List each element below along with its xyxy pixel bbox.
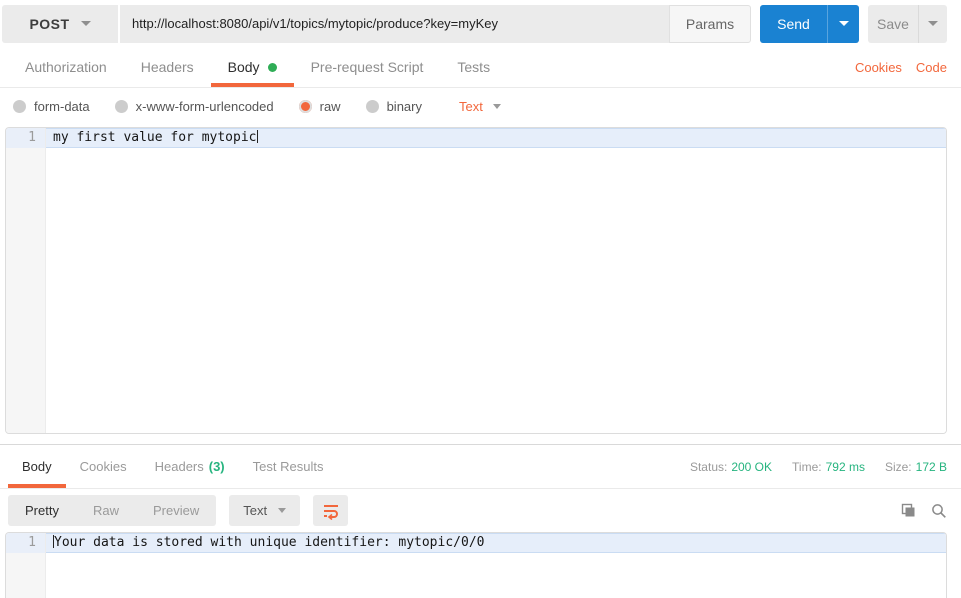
view-pretty[interactable]: Pretty — [8, 495, 76, 526]
tab-authorization[interactable]: Authorization — [8, 47, 124, 87]
response-toolbar: Pretty Raw Preview Text — [0, 489, 961, 532]
response-body-viewer: 1 Your data is stored with unique identi… — [5, 532, 947, 598]
tab-label: Pre-request Script — [310, 59, 424, 75]
size-badge: Size: 172 B — [885, 460, 947, 474]
time-value: 792 ms — [825, 459, 865, 474]
response-tab-headers[interactable]: Headers (3) — [141, 445, 239, 488]
tab-label: Body — [22, 459, 52, 474]
mode-label: x-www-form-urlencoded — [135, 98, 274, 114]
response-tabs: Body Cookies Headers (3) Test Results St… — [0, 445, 961, 489]
mode-raw[interactable]: raw — [298, 98, 341, 114]
request-tabs: Authorization Headers Body Pre-request S… — [0, 47, 961, 88]
copy-icon — [901, 503, 915, 516]
tab-headers[interactable]: Headers — [124, 47, 211, 87]
mode-x-www-form-urlencoded[interactable]: x-www-form-urlencoded — [114, 98, 274, 114]
send-options-button[interactable] — [827, 4, 859, 43]
method-select[interactable]: POST — [2, 4, 118, 43]
radio-icon — [114, 99, 128, 113]
time-label: Time: — [792, 459, 822, 474]
url-field-wrap — [120, 4, 669, 43]
response-tab-test-results[interactable]: Test Results — [239, 445, 338, 488]
tabs-right-links: Cookies Code — [855, 47, 961, 87]
tab-label: Authorization — [25, 59, 107, 75]
chevron-down-icon — [278, 508, 287, 513]
method-label: POST — [29, 15, 70, 32]
search-button[interactable] — [931, 503, 947, 519]
send-button[interactable]: Send — [760, 4, 827, 43]
viewer-gutter: 1 — [6, 533, 46, 598]
copy-button[interactable] — [900, 503, 916, 519]
text-cursor — [256, 130, 258, 143]
status-value: 200 OK — [731, 459, 773, 474]
cookies-link[interactable]: Cookies — [855, 60, 902, 75]
chevron-down-icon — [492, 103, 501, 109]
body-has-content-dot — [267, 62, 277, 72]
line-number: 1 — [6, 128, 45, 148]
save-button-group: Save — [868, 4, 947, 43]
mode-label: raw — [319, 98, 341, 114]
wrap-text-icon — [323, 504, 338, 520]
code-link[interactable]: Code — [916, 60, 947, 75]
editor-line-text: my first value for mytopic — [53, 130, 257, 145]
tab-pre-request-script[interactable]: Pre-request Script — [294, 47, 441, 87]
response-tab-body[interactable]: Body — [8, 445, 66, 488]
viewer-line[interactable]: Your data is stored with unique identifi… — [46, 533, 946, 553]
tab-label: Tests — [457, 59, 491, 75]
response-tab-cookies[interactable]: Cookies — [66, 445, 141, 488]
viewer-line-text: Your data is stored with unique identifi… — [54, 535, 485, 550]
save-options-button[interactable] — [918, 4, 947, 43]
wrap-text-button[interactable] — [313, 495, 349, 526]
editor-line[interactable]: my first value for mytopic — [46, 128, 946, 148]
response-meta: Status: 200 OK Time: 792 ms Size: 172 B — [690, 445, 961, 488]
request-body-editor: 1 my first value for mytopic — [5, 127, 947, 434]
chevron-down-icon — [80, 21, 91, 26]
view-mode-group: Pretty Raw Preview — [8, 495, 217, 526]
editor-code-area[interactable]: my first value for mytopic — [46, 128, 946, 433]
body-mode-row: form-data x-www-form-urlencoded raw bina… — [0, 88, 961, 124]
chevron-down-icon — [928, 21, 938, 26]
chevron-down-icon — [838, 21, 849, 26]
raw-type-label: Text — [459, 98, 483, 114]
tab-tests[interactable]: Tests — [440, 47, 507, 87]
time-badge: Time: 792 ms — [792, 460, 865, 474]
view-preview[interactable]: Preview — [136, 495, 216, 526]
response-toolbar-right — [900, 503, 947, 519]
params-button[interactable]: Params — [669, 4, 751, 43]
mode-label: form-data — [34, 98, 90, 114]
editor-gutter: 1 — [6, 128, 46, 433]
params-label: Params — [685, 15, 735, 32]
mode-label: binary — [386, 98, 422, 114]
url-input[interactable] — [120, 4, 669, 43]
response-type-dropdown[interactable]: Text — [229, 495, 301, 526]
tab-label: Headers — [140, 59, 194, 75]
send-label: Send — [777, 15, 810, 32]
tab-label: Headers — [154, 459, 204, 474]
search-icon — [932, 503, 946, 518]
tab-body[interactable]: Body — [210, 47, 294, 87]
response-section: Body Cookies Headers (3) Test Results St… — [0, 444, 961, 598]
size-label: Size: — [884, 459, 912, 474]
mode-form-data[interactable]: form-data — [13, 99, 90, 114]
line-number: 1 — [6, 533, 45, 553]
headers-count-badge: (3) — [208, 459, 225, 474]
radio-selected-icon — [298, 99, 312, 113]
tab-label: Body — [227, 59, 260, 75]
request-url-bar: POST Params Send Save — [0, 0, 961, 47]
save-button[interactable]: Save — [868, 5, 918, 43]
raw-type-dropdown[interactable]: Text — [459, 99, 501, 114]
radio-icon — [365, 99, 379, 113]
tab-label: Cookies — [79, 459, 127, 474]
view-raw[interactable]: Raw — [76, 495, 136, 526]
status-badge: Status: 200 OK — [690, 460, 772, 474]
mode-binary[interactable]: binary — [365, 98, 422, 114]
send-button-group: Send — [760, 4, 859, 43]
tab-label: Test Results — [252, 459, 324, 474]
radio-icon — [13, 99, 26, 113]
size-value: 172 B — [915, 459, 947, 474]
response-type-label: Text — [243, 503, 268, 518]
viewer-code-area[interactable]: Your data is stored with unique identifi… — [46, 533, 946, 598]
status-label: Status: — [689, 459, 728, 474]
save-label: Save — [877, 15, 909, 32]
